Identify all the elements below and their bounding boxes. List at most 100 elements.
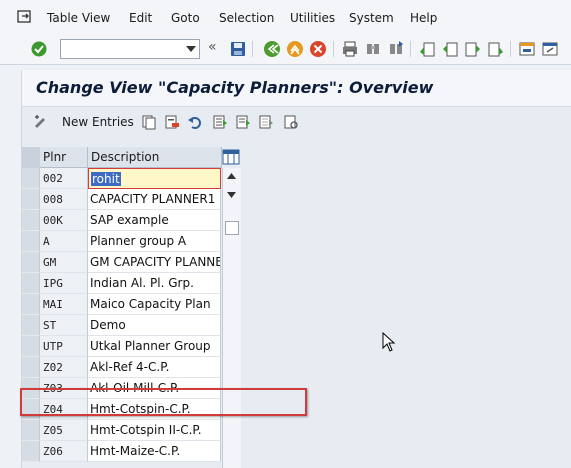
description-cell[interactable]: SAP example xyxy=(88,210,221,231)
main-content: Change View "Capacity Planners": Overvie… xyxy=(20,70,571,468)
next-page-icon[interactable] xyxy=(464,40,482,58)
copy-as-icon[interactable] xyxy=(141,114,157,130)
planner-code-cell: IPG xyxy=(40,273,88,294)
application-toolbar: New Entries xyxy=(22,107,571,137)
table-row[interactable]: Z02 Akl-Ref 4-C.P. xyxy=(22,357,242,378)
new-entries-button[interactable]: New Entries xyxy=(62,115,134,129)
table-row[interactable]: Z05 Hmt-Cotspin II-C.P. xyxy=(22,420,242,441)
description-cell[interactable]: GM CAPACITY PLANNER xyxy=(88,252,221,273)
last-page-icon[interactable] xyxy=(487,40,505,58)
row-selector[interactable] xyxy=(22,273,40,294)
menu-goto[interactable]: Goto xyxy=(171,11,200,25)
menu-utilities[interactable]: Utilities xyxy=(290,11,335,25)
row-selector[interactable] xyxy=(22,336,40,357)
description-cell[interactable]: Utkal Planner Group xyxy=(88,336,221,357)
row-selector[interactable] xyxy=(22,168,40,189)
menu-system[interactable]: System xyxy=(349,11,394,25)
table-row[interactable]: IPG Indian Al. Pl. Grp. xyxy=(22,273,242,294)
toolbar-separator xyxy=(252,41,253,57)
planner-code-cell: Z05 xyxy=(40,420,88,441)
mouse-pointer-icon xyxy=(382,332,396,352)
table-row[interactable]: GM GM CAPACITY PLANNER xyxy=(22,252,242,273)
command-field[interactable] xyxy=(60,39,200,59)
description-cell[interactable]: Hmt-Cotspin II-C.P. xyxy=(88,420,221,441)
chevron-down-icon[interactable] xyxy=(186,46,196,53)
description-cell[interactable]: Planner group A xyxy=(88,231,221,252)
menu-selection[interactable]: Selection xyxy=(219,11,274,25)
row-selector[interactable] xyxy=(22,210,40,231)
save-icon[interactable] xyxy=(229,40,247,58)
table-row[interactable]: A Planner group A xyxy=(22,231,242,252)
menu-edit[interactable]: Edit xyxy=(129,11,152,25)
enter-check-icon[interactable] xyxy=(30,40,48,58)
row-selector[interactable] xyxy=(22,315,40,336)
planner-code-cell: A xyxy=(40,231,88,252)
description-cell[interactable]: CAPACITY PLANNER1 xyxy=(88,189,221,210)
toolbar-separator xyxy=(510,41,511,57)
row-selector[interactable] xyxy=(22,189,40,210)
create-session-icon[interactable] xyxy=(518,40,536,58)
planner-code-cell: 008 xyxy=(40,189,88,210)
planner-code-cell: UTP xyxy=(40,336,88,357)
delete-icon[interactable] xyxy=(164,114,180,130)
print-icon[interactable] xyxy=(341,40,359,58)
row-selector[interactable] xyxy=(22,441,40,462)
description-cell[interactable]: rohit xyxy=(88,168,221,189)
select-all-icon[interactable] xyxy=(212,114,228,130)
title-bar: Change View "Capacity Planners": Overvie… xyxy=(22,70,571,107)
description-cell[interactable]: Maico Capacity Plan xyxy=(88,294,221,315)
table-settings-icon[interactable] xyxy=(222,148,240,166)
menu-table-view[interactable]: Table View xyxy=(47,11,110,25)
select-all-rows-button[interactable] xyxy=(22,147,41,169)
planner-code-cell: ST xyxy=(40,315,88,336)
planner-code-cell: Z06 xyxy=(40,441,88,462)
collapse-arrows-icon[interactable]: « xyxy=(208,39,226,57)
planner-code-cell: Z02 xyxy=(40,357,88,378)
highlight-annotation xyxy=(20,388,307,416)
table-row[interactable]: 002 rohit xyxy=(22,168,242,189)
page-title: Change View "Capacity Planners": Overvie… xyxy=(36,78,434,97)
shortcut-icon[interactable] xyxy=(541,40,559,58)
scroll-down-icon[interactable] xyxy=(227,192,236,198)
standard-toolbar: « xyxy=(0,35,571,65)
description-cell[interactable]: Akl-Ref 4-C.P. xyxy=(88,357,221,378)
exit-icon[interactable] xyxy=(286,40,304,58)
find-icon[interactable] xyxy=(364,40,382,58)
scroll-thumb[interactable] xyxy=(225,221,239,235)
scroll-up-icon[interactable] xyxy=(227,173,236,179)
planner-code-cell: 002 xyxy=(40,168,88,189)
undo-icon[interactable] xyxy=(187,114,203,130)
capacity-planners-table: Plnr Description 002 rohit 008 CAPACITY PLA… xyxy=(20,147,307,468)
table-row[interactable]: MAI Maico Capacity Plan xyxy=(22,294,242,315)
description-cell[interactable]: Demo xyxy=(88,315,221,336)
menu-help[interactable]: Help xyxy=(410,11,437,25)
column-header-description[interactable]: Description xyxy=(88,147,222,168)
menu-square-icon[interactable] xyxy=(17,10,33,24)
first-page-icon[interactable] xyxy=(418,40,436,58)
row-selector[interactable] xyxy=(22,420,40,441)
print-field-icon[interactable] xyxy=(283,114,299,130)
row-selector[interactable] xyxy=(22,357,40,378)
toolbar-separator xyxy=(410,41,411,57)
table-row[interactable]: Z06 Hmt-Maize-C.P. xyxy=(22,441,242,462)
description-cell[interactable]: Hmt-Maize-C.P. xyxy=(88,441,221,462)
table-row[interactable]: UTP Utkal Planner Group xyxy=(22,336,242,357)
description-cell[interactable]: Indian Al. Pl. Grp. xyxy=(88,273,221,294)
row-selector[interactable] xyxy=(22,294,40,315)
row-selector[interactable] xyxy=(22,252,40,273)
table-row[interactable]: 00K SAP example xyxy=(22,210,242,231)
find-next-icon[interactable] xyxy=(387,40,405,58)
planner-code-cell: GM xyxy=(40,252,88,273)
menu-bar: Table View Edit Goto Selection Utilities… xyxy=(0,0,571,36)
row-selector[interactable] xyxy=(22,231,40,252)
previous-page-icon[interactable] xyxy=(441,40,459,58)
cancel-icon[interactable] xyxy=(309,40,327,58)
column-header-plnr[interactable]: Plnr xyxy=(40,147,88,168)
deselect-all-icon[interactable] xyxy=(258,114,274,130)
back-icon[interactable] xyxy=(263,40,281,58)
vertical-scrollbar[interactable] xyxy=(222,168,241,468)
display-change-icon[interactable] xyxy=(33,114,49,130)
table-row[interactable]: 008 CAPACITY PLANNER1 xyxy=(22,189,242,210)
select-block-icon[interactable] xyxy=(235,114,251,130)
table-row[interactable]: ST Demo xyxy=(22,315,242,336)
